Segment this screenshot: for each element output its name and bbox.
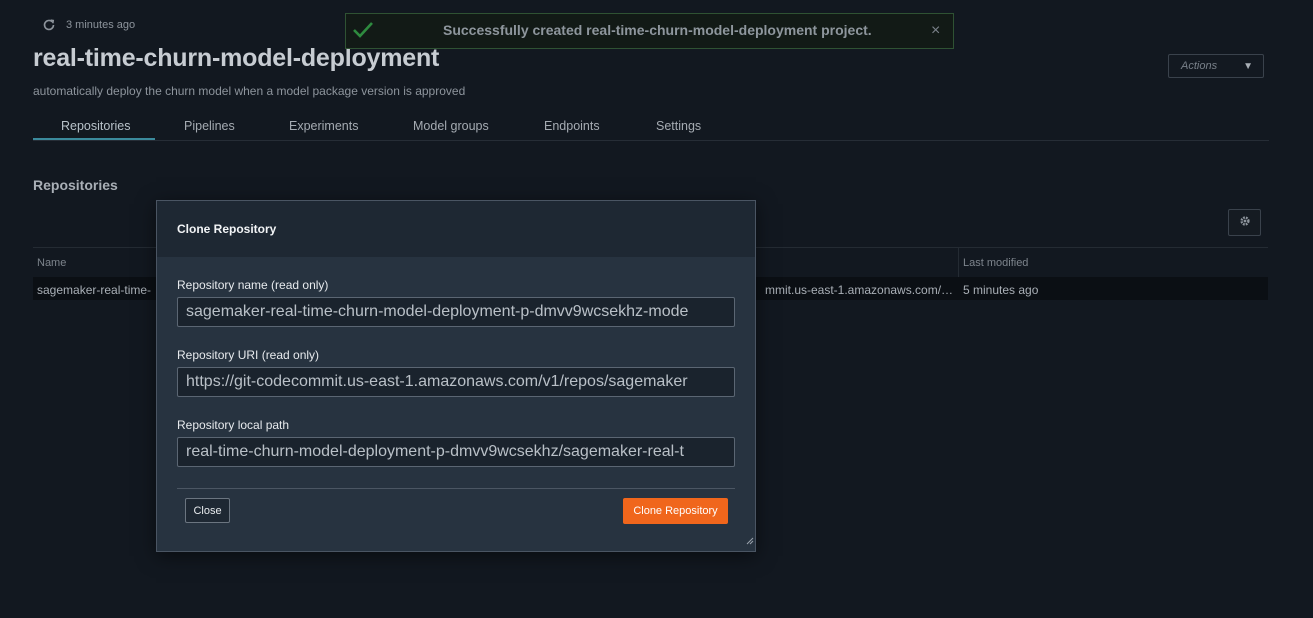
repository-local-path-field[interactable] — [177, 437, 735, 467]
column-divider — [958, 248, 959, 277]
clone-repository-dialog: Clone Repository Repository name (read o… — [156, 200, 756, 552]
refresh-timestamp: 3 minutes ago — [66, 19, 136, 31]
refresh-row: 3 minutes ago — [42, 18, 135, 32]
tab-settings[interactable]: Settings — [656, 119, 701, 133]
actions-dropdown[interactable]: Actions ▼ — [1168, 54, 1264, 78]
column-header-name[interactable]: Name — [37, 257, 66, 269]
page: 3 minutes ago real-time-churn-model-depl… — [0, 0, 1313, 618]
project-tabs: Repositories Pipelines Experiments Model… — [33, 114, 1269, 141]
dialog-header: Clone Repository — [157, 201, 755, 257]
tab-repositories[interactable]: Repositories — [61, 119, 130, 133]
last-modified-cell: 5 minutes ago — [963, 283, 1039, 297]
tab-model-groups[interactable]: Model groups — [413, 119, 489, 133]
tab-pipelines[interactable]: Pipelines — [184, 119, 235, 133]
active-tab-indicator — [33, 138, 155, 140]
repository-name-field[interactable] — [177, 297, 735, 327]
repository-name-label: Repository name (read only) — [177, 278, 329, 292]
project-description: automatically deploy the churn model whe… — [33, 84, 466, 98]
table-settings-button[interactable] — [1228, 209, 1261, 236]
checkmark-icon — [352, 20, 374, 45]
caret-down-icon: ▼ — [1243, 60, 1253, 72]
clone-repository-button[interactable]: Clone Repository — [623, 498, 728, 524]
repository-url-cell: mmit.us-east-1.amazonaws.com/… — [765, 283, 953, 297]
repositories-section-title: Repositories — [33, 177, 118, 193]
refresh-icon[interactable] — [42, 18, 56, 32]
tab-endpoints[interactable]: Endpoints — [544, 119, 600, 133]
tab-experiments[interactable]: Experiments — [289, 119, 358, 133]
close-button[interactable]: Close — [185, 498, 230, 523]
actions-label: Actions — [1181, 60, 1218, 72]
toast-message: Successfully created real-time-churn-mod… — [443, 22, 872, 38]
repository-local-path-label: Repository local path — [177, 418, 290, 432]
success-toast: Successfully created real-time-churn-mod… — [345, 13, 954, 49]
dialog-title: Clone Repository — [177, 222, 277, 236]
repository-uri-label: Repository URI (read only) — [177, 348, 320, 362]
repository-uri-field[interactable] — [177, 367, 735, 397]
resize-handle-icon[interactable] — [746, 532, 754, 550]
column-header-last-modified[interactable]: Last modified — [963, 257, 1028, 269]
dialog-divider — [177, 488, 735, 489]
close-icon[interactable]: × — [931, 23, 940, 39]
gear-icon — [1239, 214, 1251, 232]
